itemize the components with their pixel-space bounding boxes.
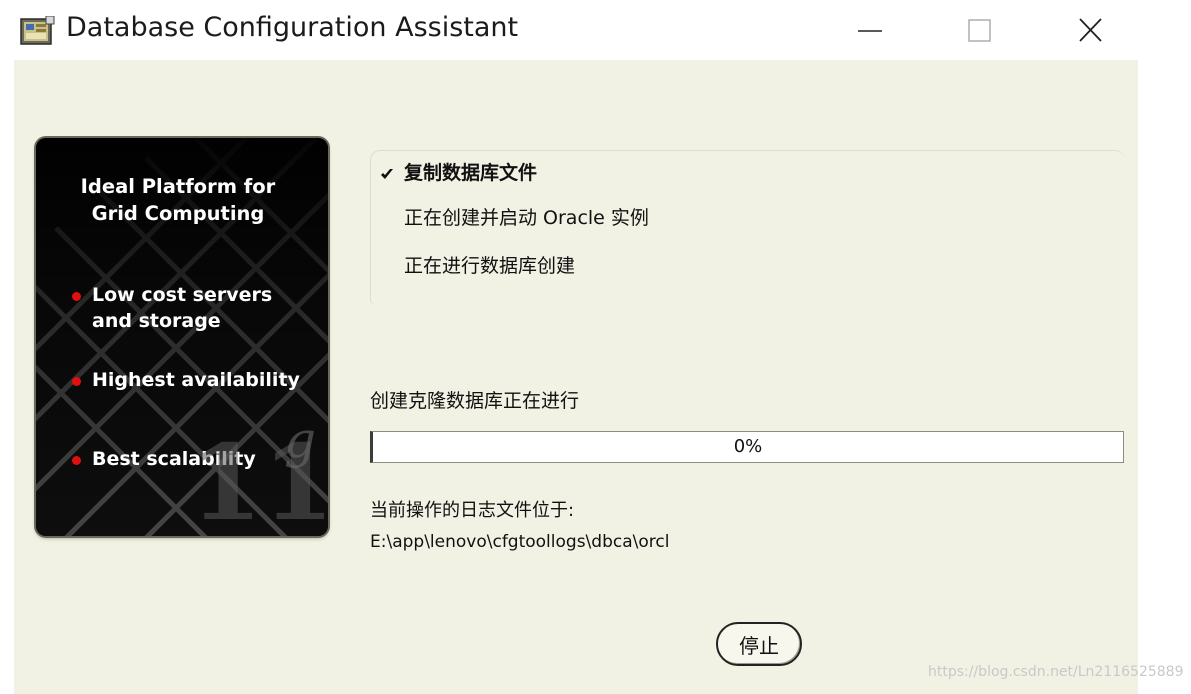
- window-title: Database Configuration Assistant: [66, 12, 519, 43]
- promo-title: Ideal Platform for Grid Computing: [36, 173, 320, 227]
- progress-bar: 0%: [370, 431, 1124, 463]
- bullet-dot-icon: [72, 292, 81, 301]
- watermark: https://blog.csdn.net/Ln2116525889: [928, 664, 1184, 680]
- minimize-button[interactable]: [840, 10, 900, 50]
- minimize-icon: [840, 10, 900, 50]
- promo-bullet-low-cost-cont: and storage: [92, 310, 221, 332]
- bullet-dot-icon: [72, 456, 81, 465]
- close-button[interactable]: [1060, 10, 1120, 50]
- step-label: 复制数据库文件: [404, 162, 538, 184]
- bullet-dot-icon: [72, 377, 81, 386]
- maximize-icon: [950, 10, 1010, 50]
- maximize-button[interactable]: [950, 10, 1010, 50]
- oracle-promo-panel: Ideal Platform for Grid Computing Low co…: [36, 138, 328, 536]
- oracle-11g-logo: 11 g: [190, 413, 324, 523]
- arrow-check-icon: [380, 166, 396, 180]
- step-label: 正在进行数据库创建: [404, 255, 576, 277]
- promo-title-line-2: Grid Computing: [91, 202, 265, 225]
- promo-bullet-low-cost: Low cost servers: [92, 284, 273, 306]
- log-location-label: 当前操作的日志文件位于:: [370, 500, 575, 521]
- close-icon: [1060, 10, 1120, 50]
- progress-caption: 创建克隆数据库正在进行: [370, 390, 580, 412]
- step-label: 正在创建并启动 Oracle 实例: [404, 207, 649, 229]
- progress-percent: 0%: [733, 436, 763, 457]
- dbca-app-icon[interactable]: [20, 15, 56, 46]
- promo-bullet-availability: Highest availability: [92, 369, 300, 391]
- stop-button[interactable]: 停止: [716, 622, 802, 666]
- logo-letter: g: [284, 413, 316, 469]
- log-file-path: E:\app\lenovo\cfgtoollogs\dbca\orcl: [370, 532, 670, 552]
- dialog-client-area: Ideal Platform for Grid Computing Low co…: [14, 60, 1138, 694]
- steps-list: 复制数据库文件 正在创建并启动 Oracle 实例 正在进行数据库创建: [370, 150, 1125, 305]
- promo-title-line-1: Ideal Platform for: [80, 175, 276, 198]
- title-bar: Database Configuration Assistant: [0, 0, 1191, 60]
